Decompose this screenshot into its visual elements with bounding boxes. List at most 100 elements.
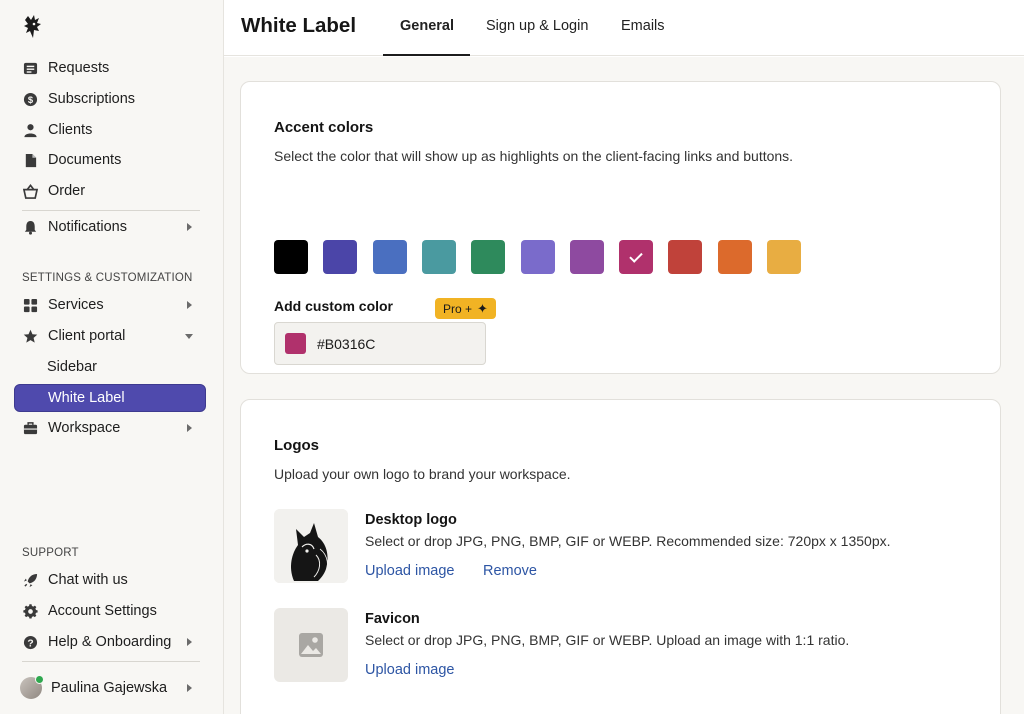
grid-icon xyxy=(23,298,38,313)
custom-color-field[interactable]: #B0316C xyxy=(274,322,486,365)
sidebar-item-label: Account Settings xyxy=(48,603,157,619)
sidebar-item-help[interactable]: ? Help & Onboarding xyxy=(14,628,206,656)
person-icon xyxy=(23,123,38,138)
sidebar-item-client-portal[interactable]: Client portal xyxy=(14,322,206,350)
sidebar-item-requests[interactable]: Requests xyxy=(14,54,206,82)
chevron-right-icon xyxy=(187,301,192,309)
sidebar-item-documents[interactable]: Documents xyxy=(14,146,206,174)
divider xyxy=(22,210,200,211)
rocket-icon xyxy=(23,573,38,588)
color-swatch[interactable] xyxy=(372,240,407,274)
sidebar-item-account-settings[interactable]: Account Settings xyxy=(14,597,206,625)
desktop-remove-button[interactable]: Remove xyxy=(483,563,537,579)
sidebar-item-notifications[interactable]: Notifications xyxy=(14,213,206,241)
tab-emails[interactable]: Emails xyxy=(621,18,665,34)
sidebar-item-white-label[interactable]: White Label xyxy=(14,384,206,412)
sidebar-item-chat[interactable]: Chat with us xyxy=(14,566,206,594)
favicon-help: Select or drop JPG, PNG, BMP, GIF or WEB… xyxy=(365,632,850,648)
chevron-right-icon xyxy=(187,424,192,432)
color-swatch[interactable] xyxy=(619,240,654,274)
color-swatch[interactable] xyxy=(421,240,456,274)
avatar xyxy=(20,675,44,699)
chevron-down-icon xyxy=(185,334,193,339)
bell-icon xyxy=(23,220,38,235)
accent-colors-card: Accent colors Select the color that will… xyxy=(240,81,1001,374)
briefcase-icon xyxy=(23,421,38,436)
sidebar-item-label: Workspace xyxy=(48,420,121,436)
tab-signup-login[interactable]: Sign up & Login xyxy=(486,18,588,34)
sidebar-item-label: Subscriptions xyxy=(48,91,136,107)
sidebar-item-order[interactable]: Order xyxy=(14,177,206,205)
logos-description: Upload your own logo to brand your works… xyxy=(274,466,571,482)
color-swatch[interactable] xyxy=(520,240,555,274)
divider xyxy=(22,661,200,662)
star-icon xyxy=(23,329,38,344)
chevron-right-icon xyxy=(187,223,192,231)
gear-icon xyxy=(23,603,38,619)
list-icon xyxy=(23,61,38,76)
color-swatch[interactable] xyxy=(274,240,308,274)
custom-color-label: Add custom color xyxy=(274,298,394,314)
help-circle-icon: ? xyxy=(23,635,38,650)
accent-colors-description: Select the color that will show up as hi… xyxy=(274,148,794,164)
favicon-placeholder[interactable] xyxy=(274,608,348,682)
chevron-right-icon xyxy=(187,638,192,646)
desktop-logo-preview[interactable] xyxy=(274,509,348,583)
sidebar-item-subscriptions[interactable]: $ Subscriptions xyxy=(14,85,206,113)
chevron-right-icon xyxy=(187,684,192,692)
sidebar-item-sidebar[interactable]: Sidebar xyxy=(14,353,206,381)
sidebar-item-label: Client portal xyxy=(48,328,126,344)
sidebar-item-label: Documents xyxy=(48,152,122,168)
cat-logo-image xyxy=(274,509,348,583)
settings-section-label: SETTINGS & CUSTOMIZATION xyxy=(22,272,193,284)
color-swatch[interactable] xyxy=(323,240,358,274)
color-swatch[interactable] xyxy=(471,240,506,274)
desktop-logo-help: Select or drop JPG, PNG, BMP, GIF or WEB… xyxy=(365,533,891,549)
header: White Label General Sign up & Login Emai… xyxy=(224,0,1024,56)
image-placeholder-icon xyxy=(299,633,323,657)
sidebar-item-label: Clients xyxy=(48,122,93,138)
color-swatch[interactable] xyxy=(569,240,604,274)
color-chip[interactable] xyxy=(285,333,306,354)
sparkle-icon: ✦ xyxy=(477,301,488,316)
user-name: Paulina Gajewska xyxy=(51,680,168,696)
favicon-title: Favicon xyxy=(365,611,420,627)
user-menu[interactable]: Paulina Gajewska xyxy=(14,674,206,702)
sidebar-item-label: Notifications xyxy=(48,219,127,235)
desktop-upload-button[interactable]: Upload image xyxy=(365,563,454,579)
logos-title: Logos xyxy=(274,437,319,454)
dollar-circle-icon: $ xyxy=(23,92,38,107)
pro-badge: Pro + ✦ xyxy=(435,298,496,319)
online-status-dot xyxy=(35,675,44,684)
document-icon xyxy=(23,153,38,168)
logos-card: Logos Upload your own logo to brand your… xyxy=(240,399,1001,714)
sidebar-item-label: Order xyxy=(48,183,86,199)
sidebar-item-label: Services xyxy=(48,297,104,313)
page-title: White Label xyxy=(241,14,357,37)
svg-text:?: ? xyxy=(27,638,33,649)
sidebar-item-label: Help & Onboarding xyxy=(48,634,172,650)
color-swatch[interactable] xyxy=(767,240,801,274)
sidebar: Requests $ Subscriptions Clients Documen… xyxy=(0,0,224,714)
sidebar-item-clients[interactable]: Clients xyxy=(14,116,206,144)
wolf-logo-icon[interactable] xyxy=(22,14,44,40)
color-swatch[interactable] xyxy=(668,240,703,274)
sidebar-item-label: Sidebar xyxy=(47,359,97,375)
color-swatch[interactable] xyxy=(717,240,752,274)
tab-general[interactable]: General xyxy=(400,18,454,34)
support-section-label: SUPPORT xyxy=(22,547,79,559)
sidebar-item-workspace[interactable]: Workspace xyxy=(14,414,206,442)
accent-colors-title: Accent colors xyxy=(274,119,374,136)
main-content: Accent colors Select the color that will… xyxy=(224,57,1024,714)
active-tab-indicator xyxy=(383,54,470,56)
svg-text:$: $ xyxy=(28,94,34,104)
sidebar-item-label: Chat with us xyxy=(48,572,128,588)
sidebar-item-label: Requests xyxy=(48,60,110,76)
custom-color-value: #B0316C xyxy=(317,335,376,352)
pro-badge-label: Pro + xyxy=(443,301,473,316)
check-icon xyxy=(629,248,643,263)
desktop-logo-title: Desktop logo xyxy=(365,512,457,528)
sidebar-item-services[interactable]: Services xyxy=(14,291,206,319)
favicon-upload-button[interactable]: Upload image xyxy=(365,662,454,678)
basket-icon xyxy=(23,183,38,199)
